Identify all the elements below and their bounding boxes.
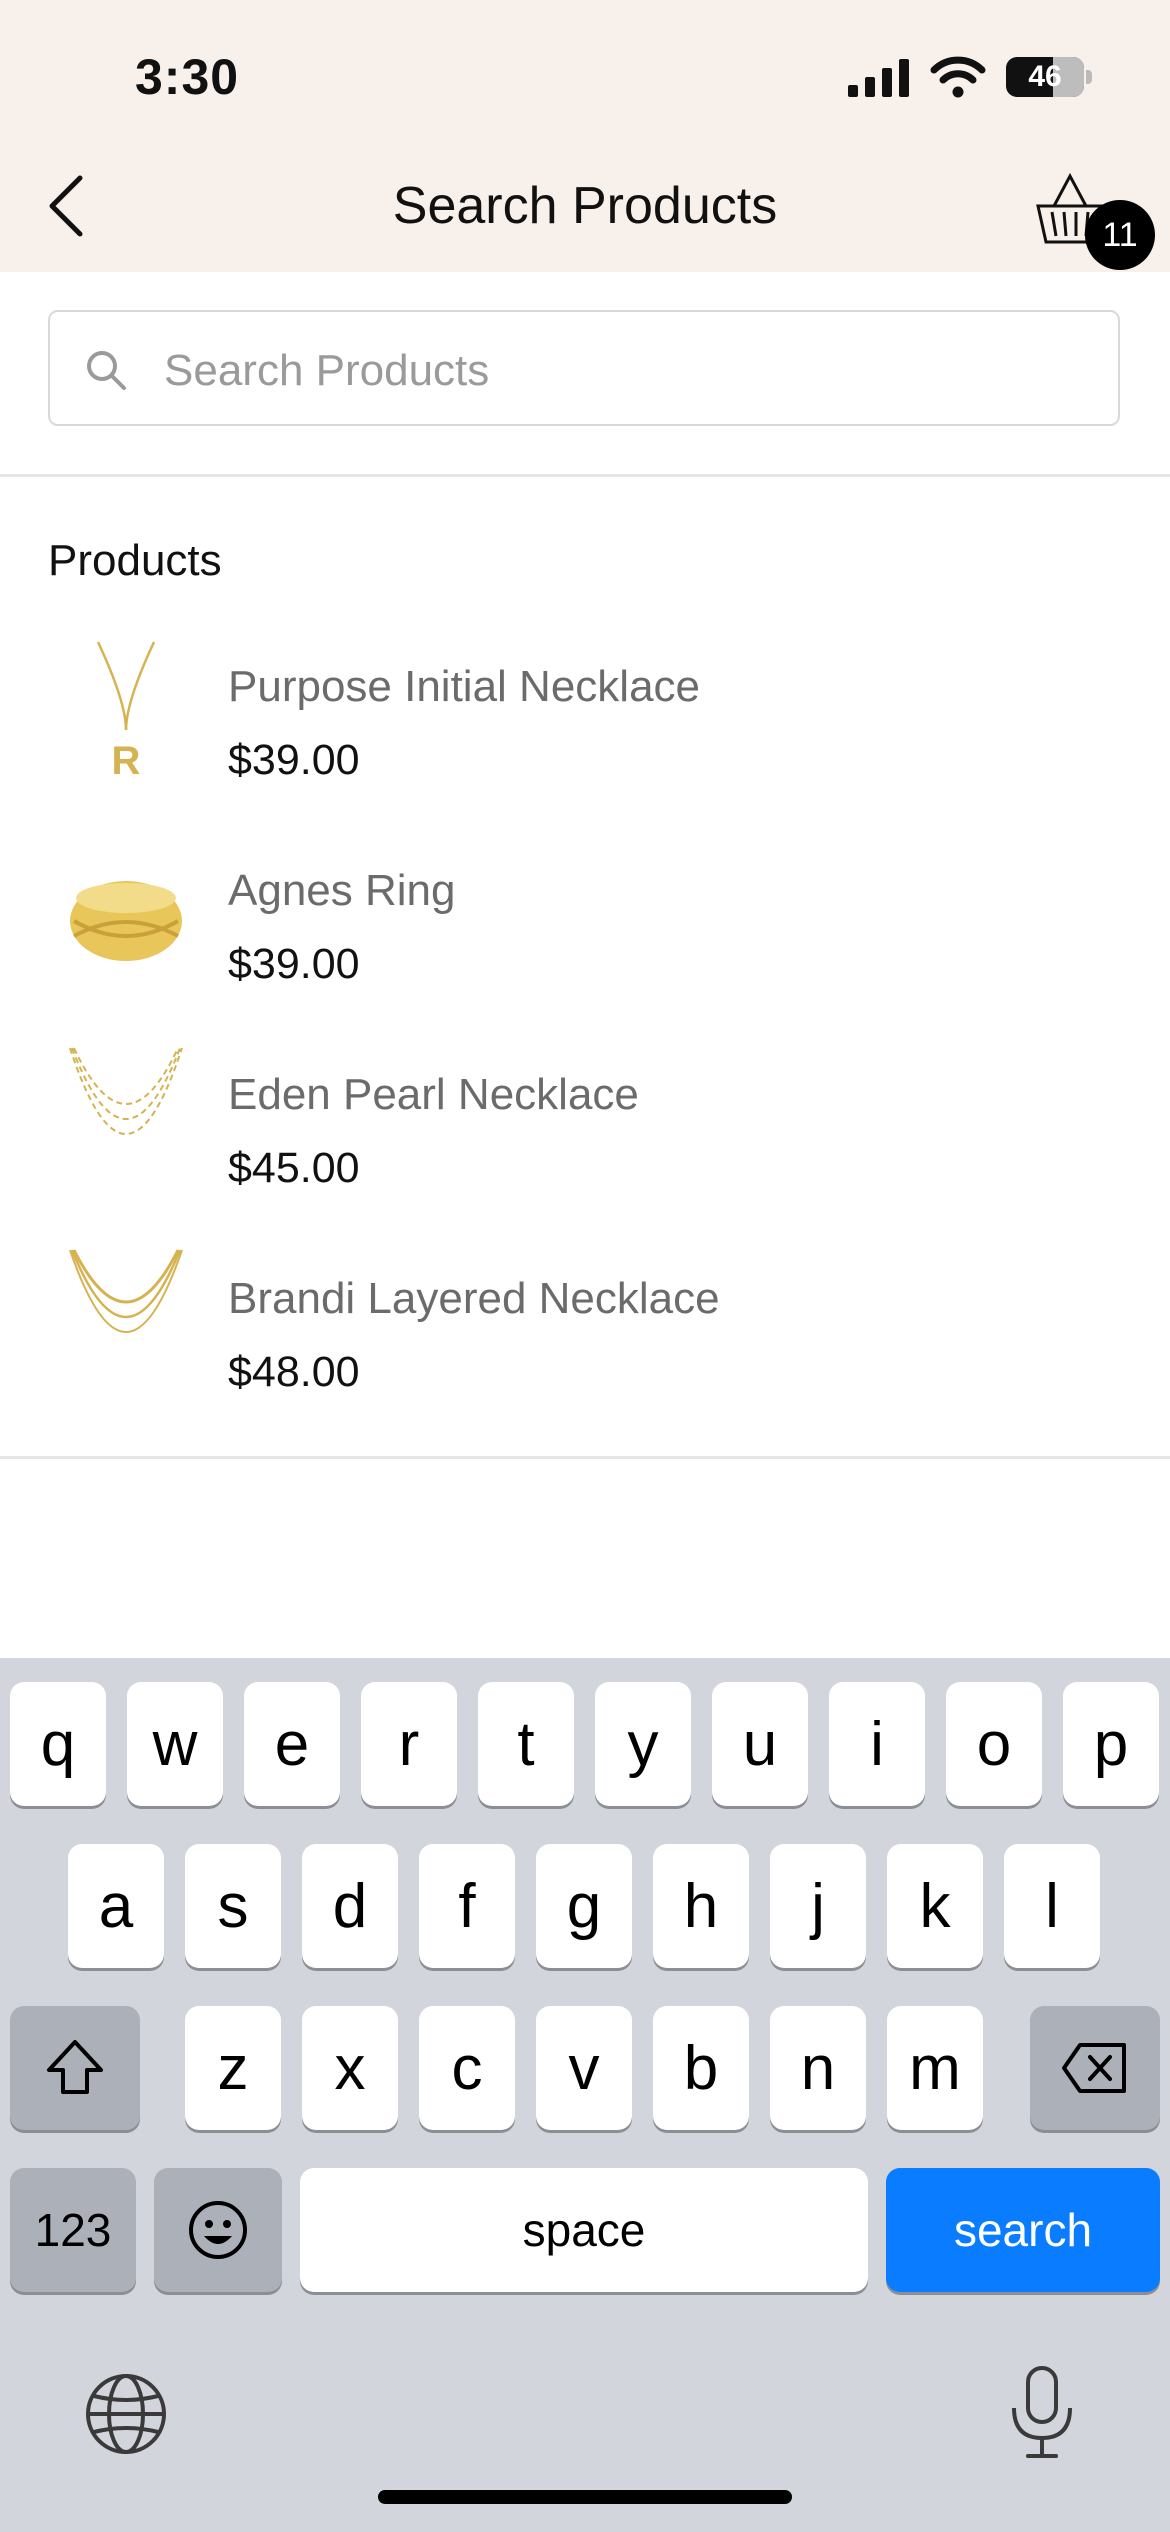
cellular-signal-icon <box>848 59 909 97</box>
product-item[interactable]: R Purpose Initial Necklace $39.00 <box>0 626 1170 826</box>
status-icons: 46 <box>848 56 1092 98</box>
backspace-key[interactable] <box>1030 2006 1160 2130</box>
key-s[interactable]: s <box>185 1844 281 1968</box>
home-indicator <box>378 2490 792 2504</box>
key-z[interactable]: z <box>185 2006 281 2130</box>
shift-icon <box>47 2040 103 2094</box>
battery-level: 46 <box>1028 60 1062 93</box>
key-j[interactable]: j <box>770 1844 866 1968</box>
key-c[interactable]: c <box>419 2006 515 2130</box>
product-price: $39.00 <box>228 736 360 784</box>
key-q[interactable]: q <box>10 1682 106 1806</box>
wifi-icon <box>930 56 986 98</box>
space-key[interactable]: space <box>300 2168 868 2292</box>
key-x[interactable]: x <box>302 2006 398 2130</box>
divider <box>0 1456 1170 1459</box>
key-k[interactable]: k <box>887 1844 983 1968</box>
key-g[interactable]: g <box>536 1844 632 1968</box>
battery-icon: 46 <box>1006 57 1092 97</box>
product-item[interactable]: Agnes Ring $39.00 <box>0 830 1170 1030</box>
numbers-key[interactable]: 123 <box>10 2168 136 2292</box>
key-n[interactable]: n <box>770 2006 866 2130</box>
key-e[interactable]: e <box>244 1682 340 1806</box>
product-item[interactable]: Brandi Layered Necklace $48.00 <box>0 1238 1170 1438</box>
key-f[interactable]: f <box>419 1844 515 1968</box>
key-t[interactable]: t <box>478 1682 574 1806</box>
globe-icon[interactable] <box>82 2370 170 2458</box>
necklace-initial-image: R <box>96 641 156 783</box>
ring-image <box>70 881 182 961</box>
key-l[interactable]: l <box>1004 1844 1100 1968</box>
product-item[interactable]: Eden Pearl Necklace $45.00 <box>0 1034 1170 1234</box>
layered-pearl-necklace-image <box>69 1047 183 1135</box>
product-name: Purpose Initial Necklace <box>228 662 701 711</box>
product-price: $39.00 <box>228 940 360 988</box>
product-price: $45.00 <box>228 1144 360 1192</box>
key-d[interactable]: d <box>302 1844 398 1968</box>
key-u[interactable]: u <box>712 1682 808 1806</box>
product-name: Agnes Ring <box>228 866 456 915</box>
key-i[interactable]: i <box>829 1682 925 1806</box>
search-box[interactable] <box>48 310 1120 426</box>
key-v[interactable]: v <box>536 2006 632 2130</box>
key-w[interactable]: w <box>127 1682 223 1806</box>
search-key[interactable]: search <box>886 2168 1160 2292</box>
search-icon <box>87 351 126 390</box>
cart-count-badge: 11 <box>1085 200 1155 270</box>
svg-text:R: R <box>112 739 141 783</box>
microphone-icon[interactable] <box>1000 2362 1084 2462</box>
key-y[interactable]: y <box>595 1682 691 1806</box>
status-time: 3:30 <box>135 49 240 105</box>
divider <box>0 474 1170 477</box>
emoji-key[interactable] <box>154 2168 282 2292</box>
shift-key[interactable] <box>10 2006 140 2130</box>
key-h[interactable]: h <box>653 1844 749 1968</box>
emoji-icon <box>189 2201 247 2259</box>
key-b[interactable]: b <box>653 2006 749 2130</box>
key-r[interactable]: r <box>361 1682 457 1806</box>
layered-necklace-image <box>69 1249 183 1333</box>
key-a[interactable]: a <box>68 1844 164 1968</box>
product-name: Brandi Layered Necklace <box>228 1274 720 1323</box>
backspace-icon <box>1062 2043 1126 2093</box>
product-name: Eden Pearl Necklace <box>228 1070 639 1119</box>
section-title: Products <box>48 536 222 585</box>
key-p[interactable]: p <box>1063 1682 1159 1806</box>
search-input[interactable] <box>162 338 1086 404</box>
top-bar: 3:30 46 Search Products 11 <box>0 0 1170 272</box>
keyboard: q w e r t y u i o p a s d f g h j k l z … <box>0 1658 1170 2532</box>
key-m[interactable]: m <box>887 2006 983 2130</box>
page-title: Search Products <box>392 177 778 235</box>
product-price: $48.00 <box>228 1348 360 1396</box>
key-o[interactable]: o <box>946 1682 1042 1806</box>
